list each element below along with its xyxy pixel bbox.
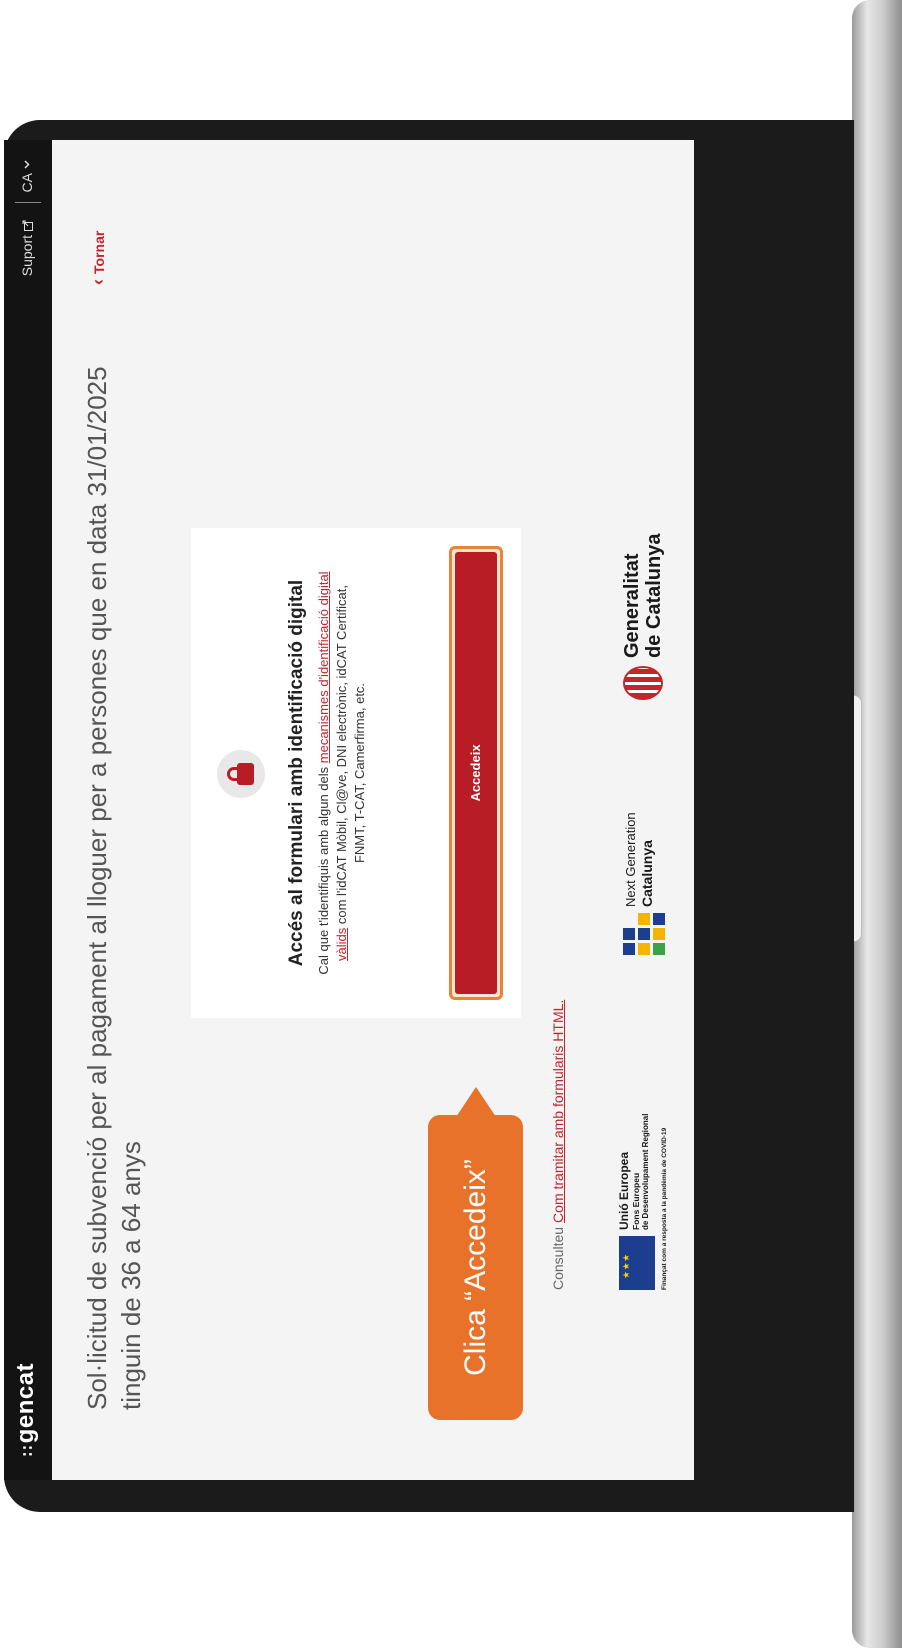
instruction-tooltip: Clica “Accedeix” <box>428 1087 523 1420</box>
access-card: Accés al formulari amb identificació dig… <box>191 528 521 1018</box>
topbar-divider <box>15 202 41 203</box>
back-label: Tornar <box>90 230 107 274</box>
eu-line-2: Fons Europeu <box>631 1172 641 1230</box>
eu-stars: ★ ★ ★ <box>621 1254 631 1279</box>
generalitat-logo: Generalitat de Catalunya <box>613 480 675 700</box>
eu-line-3: de Desenvolupament Regional <box>641 1113 650 1230</box>
eu-logo: ★ ★ ★ Unió Europea Fons Europeu de Desen… <box>617 1110 673 1290</box>
support-label: Suport <box>19 235 35 277</box>
generalitat-seal-icon <box>623 666 663 700</box>
next-generation-logo: Next Generation Catalunya <box>617 695 673 955</box>
chevron-left-icon: ‹ <box>88 279 108 285</box>
accedeix-button[interactable]: Accedeix <box>455 552 497 994</box>
next-generation-mark-icon <box>623 913 665 955</box>
eu-line-1: Unió Europea <box>617 1151 631 1230</box>
accedeix-button-highlight: Accedeix <box>449 546 503 1000</box>
language-selector[interactable]: CA <box>19 160 35 192</box>
tooltip-pointer <box>456 1087 496 1117</box>
help-text: Consulteu Com tramitar amb formularis HTM… <box>550 1000 566 1290</box>
description-text-end: com l'idCAT Mòbil, Cl@ve, DNI electrònic… <box>334 585 367 928</box>
next-generation-line-1: Next Generation <box>623 812 638 907</box>
generalitat-line-1: Generalitat <box>621 553 643 658</box>
logo-dots-icon: ∷ <box>20 1445 37 1456</box>
back-link[interactable]: ‹ Tornar <box>88 231 109 285</box>
eu-line-4: Finançat com a resposta a la pandèmia de… <box>661 1127 668 1290</box>
logo-text: gencat <box>12 1362 39 1444</box>
eu-flag-icon: ★ ★ ★ <box>619 1236 655 1290</box>
help-prefix: Consulteu <box>550 1226 566 1290</box>
generalitat-line-2: de Catalunya <box>643 533 665 658</box>
language-label: CA <box>19 173 35 193</box>
description-text-start: Cal que t'identifiquis amb algun dels <box>316 763 331 975</box>
tooltip-text: Clica “Accedeix” <box>459 1159 492 1376</box>
access-card-description: Cal que t'identifiquis amb algun dels me… <box>315 568 369 978</box>
support-link[interactable]: Suport <box>19 220 35 276</box>
access-card-heading: Accés al formulari amb identificació dig… <box>286 579 307 967</box>
html-forms-help-link[interactable]: Com tramitar amb formularis HTML. <box>550 1000 566 1223</box>
browser-screen: ∷gencat Suport CA Sol·licitud de subvenc… <box>4 140 694 1480</box>
top-bar: ∷gencat Suport CA <box>4 140 52 1480</box>
gencat-logo[interactable]: ∷gencat <box>12 1363 40 1456</box>
page-title: Sol·licitud de subvenció per al pagament… <box>82 366 146 1410</box>
next-generation-line-2: Catalunya <box>639 840 655 907</box>
external-link-icon <box>22 220 33 231</box>
chevron-down-icon <box>24 160 30 169</box>
lock-icon <box>217 750 265 798</box>
funding-logos: ★ ★ ★ Unió Europea Fons Europeu de Desen… <box>609 290 679 1290</box>
